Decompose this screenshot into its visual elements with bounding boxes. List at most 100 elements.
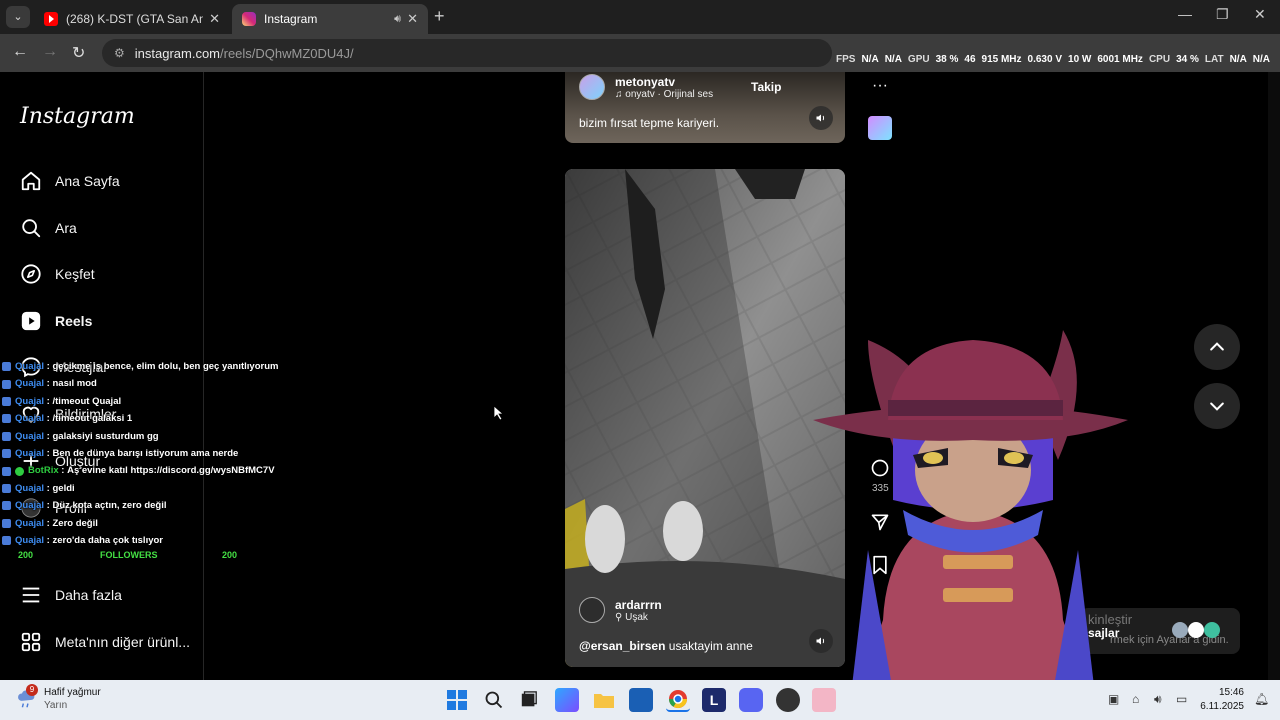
sidebar-item-label: Daha fazla (55, 587, 122, 603)
chat-message: Quajal : Zero değil (2, 515, 264, 532)
store-app[interactable] (629, 688, 653, 712)
obs-app[interactable] (776, 688, 800, 712)
maximize-button[interactable]: ❐ (1216, 6, 1229, 23)
notification-bell-icon[interactable]: 🔔︎ (1254, 692, 1269, 706)
next-reel-button[interactable] (1194, 383, 1240, 429)
file-explorer-app[interactable] (592, 688, 616, 712)
chevron-up-icon (1210, 342, 1224, 351)
screen: ⌄ (268) K-DST (GTA San Andreas Radio) ✕ … (0, 0, 1280, 720)
previous-reel-button[interactable] (1194, 324, 1240, 370)
sidebar-item-meta-apps[interactable]: Meta'nın diğer ürünl... (20, 631, 190, 653)
youtube-icon (44, 12, 58, 26)
task-view-button[interactable] (517, 688, 541, 712)
weather-widget[interactable]: 9 Hafif yağmur Yarın (16, 684, 101, 712)
tab-youtube[interactable]: (268) K-DST (GTA San Andreas Radio) ✕ (34, 4, 230, 34)
author-name[interactable]: metonyatv (615, 75, 713, 89)
system-clock[interactable]: 15:46 6.11.2025 (1200, 686, 1244, 714)
cpu-label: CPU (1148, 54, 1171, 65)
sidebar-item-explore[interactable]: Keşfet (20, 263, 95, 285)
chat-user: Quajal (15, 430, 45, 442)
chat-message: Quajal : zero'da daha çok tıslıyor (2, 532, 264, 549)
reel-video[interactable] (565, 169, 845, 667)
chat-badge-icon (2, 466, 11, 476)
search-icon (20, 217, 42, 239)
back-button[interactable]: ← (12, 43, 28, 61)
taskbar-search-button[interactable] (482, 688, 506, 712)
stream-chat-overlay: Quajal : geçikme iş bence, elim dolu, be… (2, 358, 278, 549)
follow-button[interactable]: Takip (751, 80, 781, 94)
forward-button[interactable]: → (42, 43, 58, 61)
mute-button[interactable] (809, 106, 833, 130)
chat-badge-icon (2, 449, 11, 459)
reel-author[interactable]: ardarrrn ⚲ Uşak (579, 597, 662, 623)
chrome-icon (669, 690, 687, 709)
chat-message: Quajal : Ben de dünya barışı istiyorum a… (2, 445, 264, 462)
chat-message: Quajal : geçikme iş bence, elim dolu, be… (2, 358, 278, 375)
chat-user: Quajal (15, 448, 45, 460)
chat-user: BotRix (28, 465, 59, 477)
chat-message: Quajal : /timeout Quajal (2, 393, 264, 410)
chat-message: Quajal : geldi (2, 480, 264, 497)
site-info-icon[interactable]: ⚙ (114, 46, 125, 60)
sidebar-item-home[interactable]: Ana Sayfa (20, 170, 120, 192)
clock-time: 15:46 (1218, 687, 1244, 698)
chat-badge-icon (2, 362, 11, 372)
close-window-button[interactable]: ✕ (1254, 6, 1266, 23)
copilot-app[interactable] (555, 688, 579, 712)
fps-value: N/A (861, 54, 879, 65)
chat-user: Quajal (15, 413, 45, 425)
page-scrollbar[interactable] (1268, 72, 1280, 680)
reel-card-previous[interactable]: metonyatv ♫ onyatv · Orijinal ses Takip … (565, 72, 845, 143)
avatar[interactable] (579, 597, 605, 623)
avatar (1188, 622, 1204, 638)
performance-overlay: FPS N/A N/A GPU 38 % 46 915 MHz 0.630 V … (836, 39, 1280, 67)
caption-mention[interactable]: @ersan_birsen (579, 639, 665, 653)
new-tab-button[interactable]: + (434, 6, 445, 27)
chat-text: /timeout Quajal (52, 395, 122, 407)
address-bar[interactable]: ⚙ instagram.com/reels/DQhwMZ0DU4J/ (102, 39, 832, 67)
tray-icon[interactable]: ▣ (1108, 692, 1119, 706)
sidebar-item-reels[interactable]: Reels (20, 310, 92, 332)
vtuber-app[interactable] (812, 688, 836, 712)
author-name[interactable]: ardarrrn (615, 598, 662, 612)
sidebar-item-search[interactable]: Ara (20, 217, 77, 239)
reel-caption: @ersan_birsen usaktayim anne (579, 639, 753, 653)
chrome-app[interactable] (666, 688, 690, 712)
chat-text: geldi (52, 482, 75, 494)
volume-icon[interactable]: 🔊︎ (1154, 692, 1162, 707)
chat-badge-icon (2, 501, 11, 511)
chevron-down-icon (1210, 402, 1224, 411)
sidebar-item-more[interactable]: Daha fazla (20, 584, 122, 606)
chat-user: Quajal (15, 535, 45, 547)
tab-search-button[interactable]: ⌄ (6, 6, 30, 28)
chat-badge-icon (2, 431, 11, 441)
chat-badge-icon (2, 484, 11, 494)
l-app[interactable]: L (702, 688, 726, 712)
chat-badge-icon (2, 379, 11, 389)
instagram-logo[interactable]: Instagram (20, 104, 135, 129)
close-tab-icon[interactable]: ✕ (209, 11, 220, 27)
location-label[interactable]: Uşak (625, 612, 648, 623)
chat-user: Quajal (15, 395, 45, 407)
avatar (1172, 622, 1188, 638)
reel-author[interactable]: metonyatv ♫ onyatv · Orijinal ses (579, 74, 713, 100)
tab-instagram[interactable]: Instagram 🔊︎ ✕ (232, 4, 428, 34)
more-options-icon[interactable]: ··· (866, 72, 894, 100)
avatar[interactable] (579, 74, 605, 100)
close-tab-icon[interactable]: ✕ (407, 11, 418, 27)
location-pin-icon: ⚲ (615, 611, 626, 623)
chat-text: zero'da daha çok tıslıyor (52, 535, 164, 547)
weather-badge: 9 (26, 684, 38, 696)
audio-playing-icon[interactable]: 🔊︎ (394, 13, 401, 26)
audio-thumbnail[interactable] (868, 116, 892, 140)
avatar (1204, 622, 1220, 638)
reload-button[interactable]: ↻ (72, 43, 85, 63)
minimize-button[interactable]: — (1178, 6, 1192, 22)
reel-card-current[interactable]: ardarrrn ⚲ Uşak @ersan_birsen usaktayim … (565, 169, 845, 667)
network-icon[interactable]: ⌂ (1132, 692, 1139, 706)
start-button[interactable] (445, 688, 469, 712)
discord-app[interactable] (739, 688, 763, 712)
chat-text: Düz kota açtın, zero değil (52, 500, 167, 512)
battery-icon[interactable]: ▭ (1176, 692, 1187, 706)
audio-label[interactable]: onyatv · Orijinal ses (625, 89, 713, 100)
